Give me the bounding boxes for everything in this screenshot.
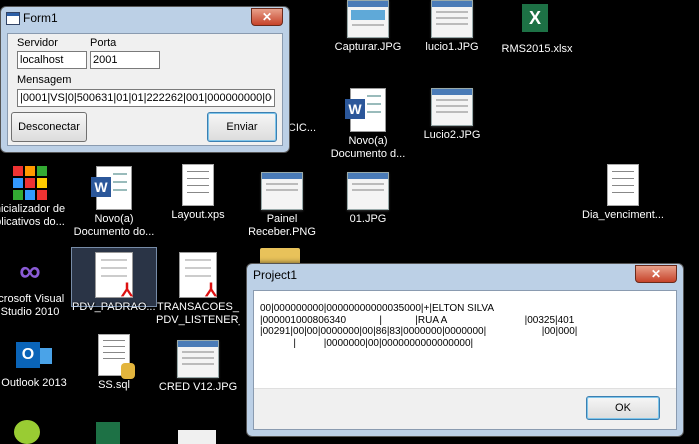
image-file-icon [431, 0, 473, 38]
porta-input[interactable] [90, 51, 160, 69]
form1-titlebar[interactable]: Form1 ✕ [1, 7, 289, 29]
desktop-icon-rms2015[interactable]: X RMS2015.xlsx [495, 0, 579, 56]
image-file-icon [177, 340, 219, 378]
form1-window: Form1 ✕ Servidor Porta Mensagem Desconec… [0, 6, 290, 153]
desktop-icon-label: Novo(a) Documento do... [73, 213, 155, 238]
desktop-icon-transacoes[interactable]: ⅄ TRANSACOES_ PDV_LISTENER_... [156, 248, 240, 327]
porta-label: Porta [90, 37, 117, 49]
desktop-icon-outlook[interactable]: O Outlook 2013 [0, 338, 76, 390]
desktop-icon-ss-sql[interactable]: SS.sql [72, 334, 156, 392]
desktop-icon-lucio2[interactable]: Lucio2.JPG [410, 88, 494, 142]
gear-icon[interactable] [14, 420, 40, 444]
desktop-icon-visual-studio[interactable]: ∞ icrosoft Visual Studio 2010 [0, 254, 72, 319]
desktop-icon-painel-receber[interactable]: Painel Receber.PNG [240, 172, 324, 239]
app-launcher-icon [13, 166, 47, 200]
dialog-footer: OK [254, 388, 676, 429]
excel-icon[interactable] [96, 422, 120, 444]
excel-icon: X [520, 0, 554, 40]
desktop-icon-label: icrosoft Visual Studio 2010 [0, 293, 65, 318]
close-button[interactable]: ✕ [635, 265, 677, 283]
desktop-icon-capturar[interactable]: Capturar.JPG [326, 0, 410, 54]
sql-file-icon [98, 334, 135, 379]
desktop-icon-label: Capturar.JPG [334, 41, 402, 53]
desktop-icon-01-jpg[interactable]: 01.JPG [326, 172, 410, 226]
desktop-icon-lucio1[interactable]: lucio1.JPG [410, 0, 494, 54]
image-file-icon [261, 172, 303, 210]
desktop-icon-label: nicializador de plicativos do... [0, 203, 66, 228]
visual-studio-icon: ∞ [19, 255, 41, 288]
ok-button[interactable]: OK [586, 396, 660, 420]
image-file-icon [347, 0, 389, 38]
close-icon: ✕ [650, 267, 662, 281]
image-file-icon [347, 172, 389, 210]
message-text: 00|000000000|00000000000035000|+|ELTON S… [260, 303, 578, 349]
outlook-icon: O [16, 338, 52, 374]
word-document-icon: W [91, 166, 132, 210]
enviar-button[interactable]: Enviar [207, 112, 277, 142]
text-file-icon [607, 164, 639, 206]
desktop-icon-label: SS.sql [98, 379, 130, 391]
desktop-icon-label: RMS2015.xlsx [501, 43, 573, 55]
desktop-icon-layout-xps[interactable]: Layout.xps [156, 164, 240, 222]
desconectar-button[interactable]: Desconectar [11, 112, 87, 142]
desktop-icon-label: Layout.xps [171, 209, 225, 221]
desktop-icon-cred-v12[interactable]: CRED V12.JPG [156, 340, 240, 394]
form1-client-area: Servidor Porta Mensagem Desconectar Envi… [7, 33, 283, 146]
desktop-icon-pdv-padrao[interactable]: ⅄ PDV_PADRAO.... [71, 247, 157, 313]
desktop-icon-dia-vencimento[interactable]: Dia_venciment... [578, 164, 668, 222]
window-app-icon [6, 12, 20, 25]
desktop-icon-label: CRED V12.JPG [158, 381, 238, 393]
pdf-icon: ⅄ [179, 252, 217, 299]
desktop-icon-label: lucio1.JPG [425, 41, 479, 53]
mensagem-label: Mensagem [17, 74, 72, 86]
project1-client-area: 00|000000000|00000000000035000|+|ELTON S… [253, 290, 677, 430]
image-file-icon[interactable] [178, 430, 216, 444]
project1-dialog: Project1 ✕ 00|000000000|0000000000003500… [246, 263, 684, 437]
desktop-icon-label: TRANSACOES_ PDV_LISTENER_... [156, 301, 240, 326]
word-document-icon: W [345, 88, 386, 132]
close-icon: ✕ [261, 10, 273, 24]
pdf-icon: ⅄ [95, 252, 133, 299]
desktop-icon-label: Painel Receber.PNG [248, 213, 316, 238]
desktop-icon-label: Dia_venciment... [582, 209, 664, 221]
close-button[interactable]: ✕ [251, 8, 283, 26]
mensagem-input[interactable] [17, 89, 275, 107]
desktop-icon-label: Lucio2.JPG [423, 129, 481, 141]
desktop-icon-label: 01.JPG [349, 213, 387, 225]
servidor-input[interactable] [17, 51, 87, 69]
project1-titlebar[interactable]: Project1 ✕ [247, 264, 683, 286]
desktop-icon-label: PDV_PADRAO.... [72, 301, 156, 313]
project1-title: Project1 [253, 268, 298, 282]
desktop-icon-inicializador[interactable]: nicializador de plicativos do... [0, 166, 72, 229]
servidor-label: Servidor [17, 37, 58, 49]
xps-document-icon [182, 164, 214, 206]
desktop-icon-novo-documento-2[interactable]: W Novo(a) Documento do... [72, 166, 156, 239]
form1-title: Form1 [23, 11, 58, 25]
image-file-icon [431, 88, 473, 126]
desktop-icon-label: Outlook 2013 [1, 377, 67, 389]
desktop-icon-novo-documento-1[interactable]: W Novo(a) Documento d... [326, 88, 410, 161]
desktop-icon-label: Novo(a) Documento d... [330, 135, 406, 160]
